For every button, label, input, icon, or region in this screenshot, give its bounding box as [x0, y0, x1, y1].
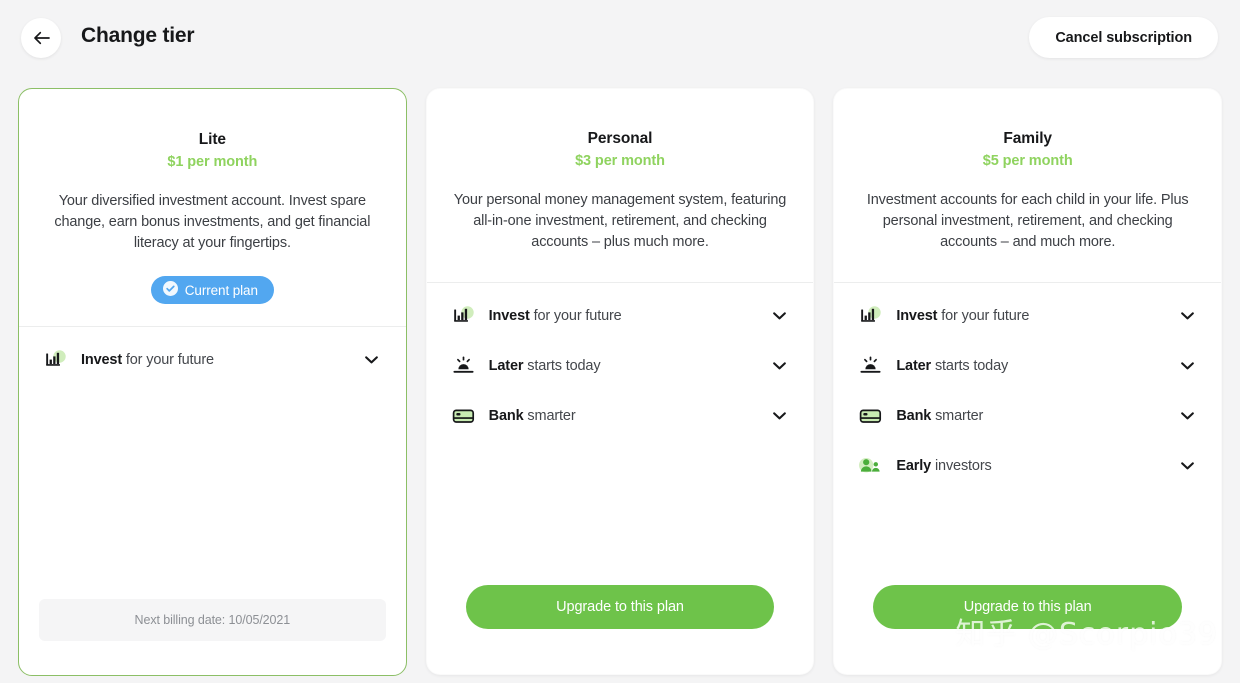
feature-label: Invest for your future: [896, 308, 1177, 324]
feature-label-rest: for your future: [122, 352, 214, 368]
feature-row[interactable]: Bank smarter: [451, 391, 790, 441]
feature-label-bold: Invest: [488, 308, 530, 324]
plan-cards-row: Lite $1 per month Your diversified inves…: [18, 88, 1223, 676]
feature-label-rest: for your future: [529, 308, 622, 324]
feature-label-bold: Later: [896, 358, 932, 374]
plan-description: Investment accounts for each child in yo…: [866, 192, 1189, 250]
page-header: Change tier Cancel subscription: [0, 0, 1240, 76]
chevron-down-icon[interactable]: [1177, 306, 1197, 326]
feature-label: Later starts today: [489, 358, 770, 374]
page-title: Change tier: [81, 24, 195, 47]
plan-name: Lite: [198, 131, 226, 148]
feature-row[interactable]: Bank smarter: [858, 391, 1197, 441]
chevron-down-icon[interactable]: [1177, 356, 1197, 376]
next-billing-label: Next billing date: 10/05/2021: [134, 613, 291, 627]
bank-card-icon: [858, 403, 884, 429]
card-spacer: [834, 491, 1221, 585]
back-button[interactable]: [21, 18, 61, 58]
feature-label-bold: Later: [488, 358, 524, 374]
change-tier-page: Change tier Cancel subscription Lite $1 …: [0, 0, 1240, 683]
feature-row[interactable]: Early investors: [858, 441, 1197, 491]
feature-list: Invest for your future: [834, 283, 1221, 491]
feature-label-rest: smarter: [931, 408, 984, 424]
plan-price: $1 per month: [167, 154, 258, 170]
chevron-down-icon[interactable]: [1177, 456, 1197, 476]
feature-label-bold: Bank: [896, 408, 932, 424]
feature-label-rest: investors: [931, 458, 992, 474]
status-badge-label: Current plan: [184, 282, 258, 298]
plan-header: Personal $3 per month Your personal mone…: [427, 89, 814, 253]
plan-card-personal[interactable]: Personal $3 per month Your personal mone…: [425, 88, 815, 675]
feature-label-bold: Bank: [488, 408, 524, 424]
plan-card-lite[interactable]: Lite $1 per month Your diversified inves…: [18, 88, 407, 676]
chevron-down-icon[interactable]: [362, 350, 382, 370]
feature-label: Bank smarter: [489, 408, 770, 424]
feature-label: Invest for your future: [489, 308, 770, 324]
plan-header: Lite $1 per month Your diversified inves…: [19, 89, 406, 304]
feature-label-rest: for your future: [937, 308, 1030, 324]
current-plan-badge-wrap: Current plan: [43, 276, 382, 304]
feature-label-rest: starts today: [931, 358, 1009, 374]
later-sunrise-icon: [858, 353, 884, 379]
feature-list: Invest for your future: [19, 327, 406, 385]
plan-description: Your personal money management system, f…: [453, 192, 787, 250]
chevron-down-icon[interactable]: [769, 356, 789, 376]
invest-chart-icon: [451, 303, 477, 329]
early-people-icon: [858, 453, 884, 479]
feature-label-rest: starts today: [523, 358, 601, 374]
feature-label-rest: smarter: [523, 408, 576, 424]
feature-row[interactable]: Invest for your future: [858, 291, 1197, 341]
plan-name: Family: [1003, 130, 1052, 147]
feature-row[interactable]: Invest for your future: [43, 335, 382, 385]
plan-price: $3 per month: [575, 153, 665, 169]
upgrade-button-label: Upgrade to this plan: [556, 599, 684, 615]
feature-label: Bank smarter: [896, 408, 1177, 424]
upgrade-button-label: Upgrade to this plan: [963, 599, 1092, 615]
feature-label-bold: Early: [896, 458, 932, 474]
upgrade-button[interactable]: Upgrade to this plan: [465, 585, 775, 629]
chevron-down-icon[interactable]: [769, 406, 789, 426]
check-circle-icon: [162, 281, 178, 299]
arrow-left-icon: [33, 31, 50, 45]
feature-label-bold: Invest: [81, 352, 123, 368]
feature-label: Later starts today: [896, 358, 1177, 374]
bank-card-icon: [451, 403, 477, 429]
feature-label-bold: Invest: [896, 308, 938, 324]
feature-row[interactable]: Invest for your future: [451, 291, 790, 341]
cancel-subscription-button[interactable]: Cancel subscription: [1029, 17, 1218, 58]
feature-label: Invest for your future: [81, 352, 362, 368]
chevron-down-icon[interactable]: [1177, 406, 1197, 426]
chevron-down-icon[interactable]: [769, 306, 789, 326]
invest-chart-icon: [858, 303, 884, 329]
upgrade-button[interactable]: Upgrade to this plan: [873, 585, 1183, 629]
cancel-subscription-label: Cancel subscription: [1055, 29, 1192, 46]
feature-list: Invest for your future: [427, 283, 814, 441]
feature-row[interactable]: Later starts today: [858, 341, 1197, 391]
plan-card-family[interactable]: Family $5 per month Investment accounts …: [833, 88, 1223, 675]
feature-row[interactable]: Later starts today: [451, 341, 790, 391]
next-billing-box: Next billing date: 10/05/2021: [39, 599, 386, 641]
plan-name: Personal: [587, 130, 653, 147]
plan-description: Your diversified investment account. Inv…: [54, 193, 371, 251]
plan-header: Family $5 per month Investment accounts …: [834, 89, 1221, 253]
later-sunrise-icon: [451, 353, 477, 379]
card-spacer: [427, 441, 814, 585]
card-spacer: [19, 385, 406, 599]
invest-chart-icon: [43, 347, 69, 373]
feature-label: Early investors: [896, 458, 1177, 474]
plan-price: $5 per month: [982, 153, 1073, 169]
status-badge: Current plan: [150, 276, 274, 304]
